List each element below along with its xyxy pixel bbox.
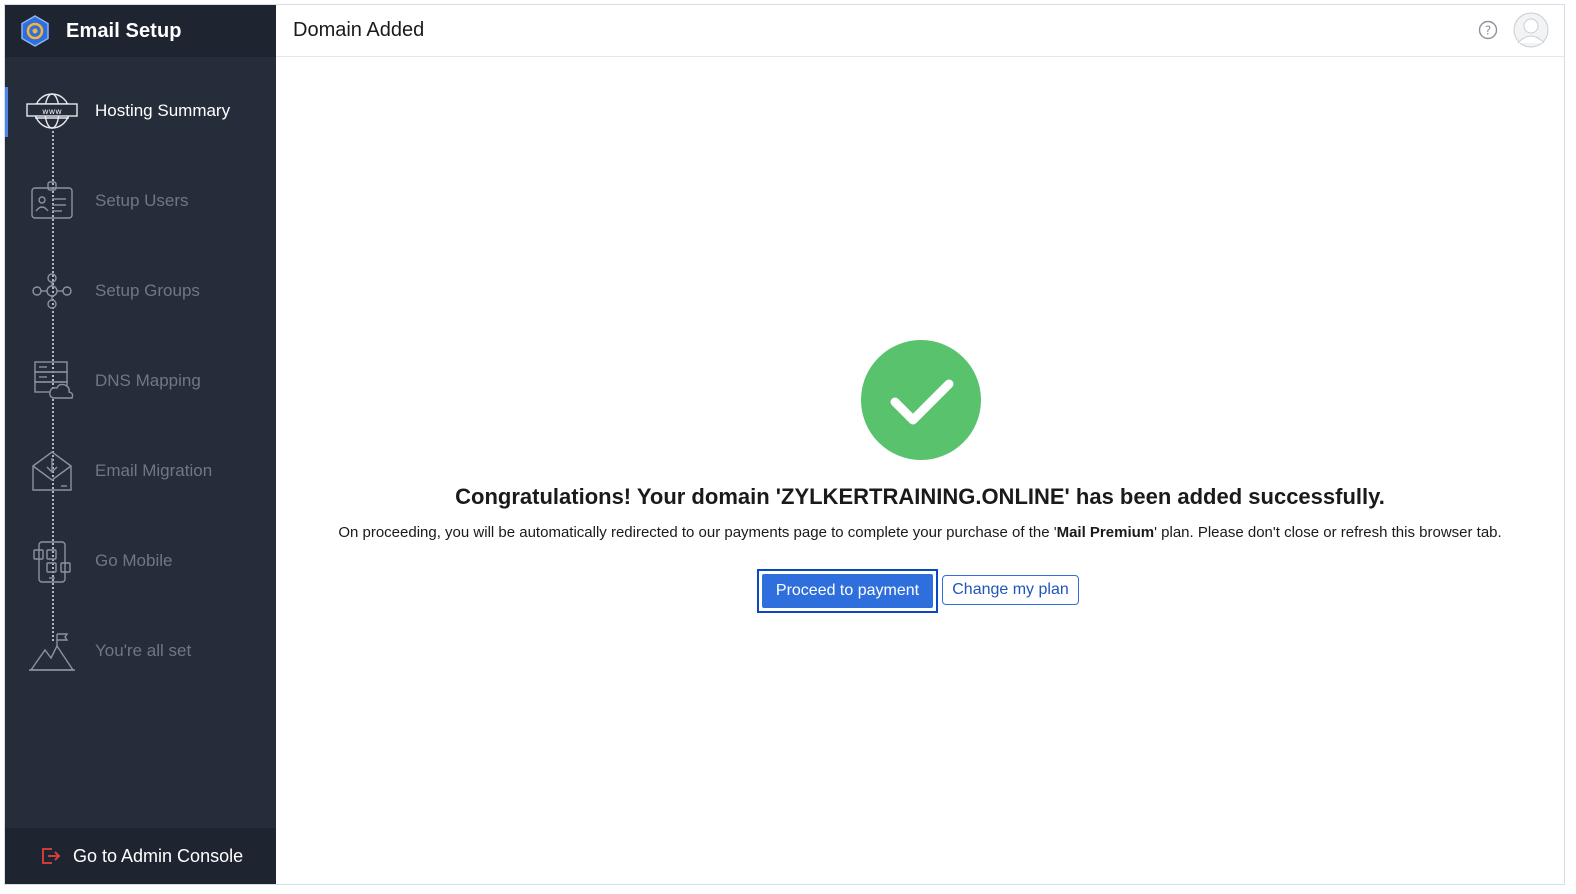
user-avatar-icon[interactable] (1513, 12, 1549, 48)
mountain-flag-icon (29, 633, 75, 671)
page-title: Domain Added (293, 19, 425, 41)
sidebar-item-label: Email Migration (95, 461, 213, 480)
mobile-apps-icon (33, 541, 71, 583)
proceed-to-payment-label: Proceed to payment (762, 574, 933, 608)
group-network-icon (32, 273, 72, 309)
globe-www-icon: www (26, 93, 78, 129)
sidebar-item-label: Setup Groups (95, 281, 200, 300)
message-text-after: ' plan. Please don't close or refresh th… (1154, 524, 1502, 541)
sidebar-item-setup-users[interactable]: Setup Users (5, 165, 276, 235)
email-setup-logo-icon (21, 15, 49, 47)
success-checkmark-icon (861, 340, 981, 460)
sidebar-header: Email Setup (5, 5, 276, 57)
sidebar-item-label: DNS Mapping (95, 371, 201, 390)
change-my-plan-button[interactable]: Change my plan (942, 575, 1079, 605)
help-icon[interactable]: ? (1478, 20, 1498, 40)
proceed-to-payment-button[interactable]: Proceed to payment (757, 569, 938, 613)
plan-name: Mail Premium (1056, 524, 1155, 541)
main-content: Congratulations! Your domain 'ZYLKERTRAI… (276, 57, 1564, 884)
server-cloud-icon (34, 361, 74, 399)
app-window: Email Setup www Hosting Summary Setup Us… (4, 4, 1565, 885)
id-badge-icon (31, 181, 73, 219)
go-to-admin-console-button[interactable]: Go to Admin Console (5, 828, 276, 884)
admin-console-label: Go to Admin Console (73, 846, 244, 866)
svg-text:?: ? (1485, 24, 1491, 38)
message-text-before: On proceeding, you will be automatically… (338, 524, 1057, 541)
sidebar-item-hosting-summary[interactable]: www Hosting Summary (5, 75, 276, 145)
top-bar: Domain Added ? (276, 5, 1564, 57)
envelope-download-icon (32, 451, 72, 491)
sidebar: Email Setup www Hosting Summary Setup Us… (5, 5, 276, 884)
sidebar-item-setup-groups[interactable]: Setup Groups (5, 255, 276, 325)
success-headline: Congratulations! Your domain 'ZYLKERTRAI… (455, 484, 1385, 509)
sidebar-item-dns-mapping[interactable]: DNS Mapping (5, 345, 276, 415)
sidebar-item-go-mobile[interactable]: Go Mobile (5, 525, 276, 595)
svg-text:www: www (42, 107, 62, 116)
sidebar-item-label: Hosting Summary (95, 101, 231, 120)
exit-icon (42, 848, 61, 864)
sidebar-item-label: Go Mobile (95, 551, 173, 570)
sidebar-title: Email Setup (66, 20, 182, 42)
sidebar-item-youre-all-set[interactable]: You're all set (5, 615, 276, 685)
sidebar-item-label: Setup Users (95, 191, 189, 210)
sidebar-item-label: You're all set (95, 641, 192, 660)
sidebar-item-email-migration[interactable]: Email Migration (5, 435, 276, 505)
redirect-message: On proceeding, you will be automatically… (276, 524, 1564, 541)
